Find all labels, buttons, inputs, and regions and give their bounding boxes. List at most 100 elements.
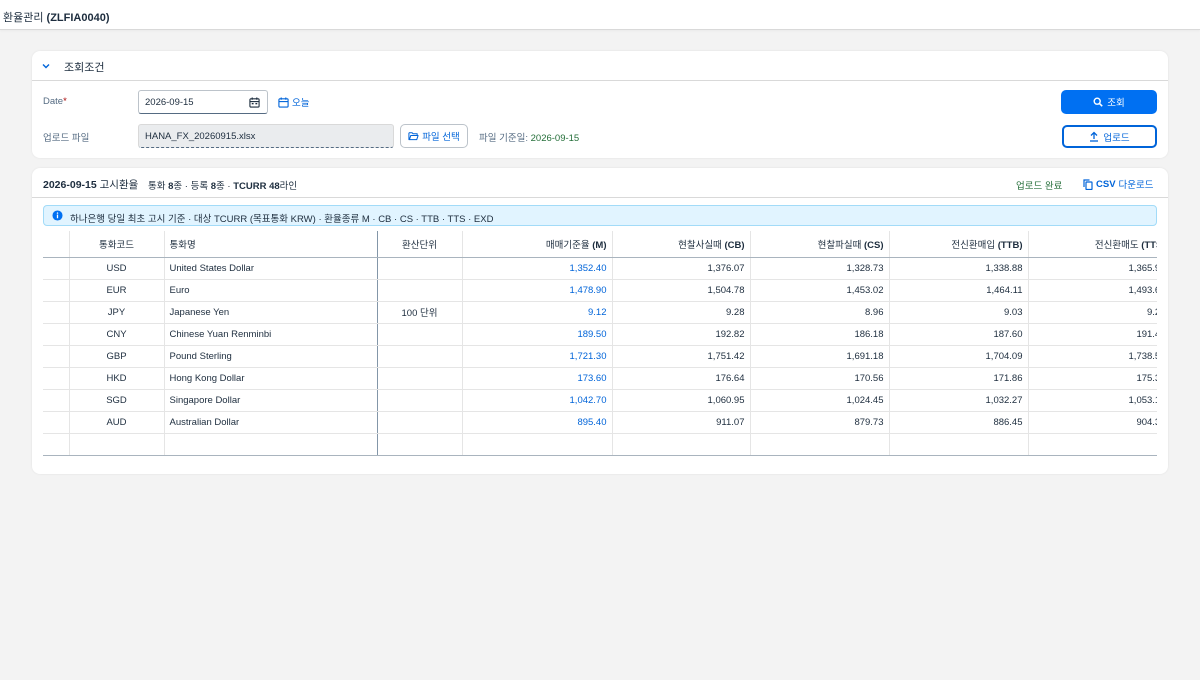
cell-unit bbox=[377, 323, 463, 346]
file-select-label[interactable]: 파일 선택 bbox=[422, 129, 460, 143]
cell-name: Singapore Dollar bbox=[164, 389, 378, 412]
cell-tts-rate: 9.21 bbox=[1028, 301, 1157, 324]
fx-rate-table: 통화코드 통화명 환산단위 매매기준율 (M) 현찰사실때 (CB) 현찰파실때… bbox=[43, 231, 1157, 458]
cell-ttb-rate: 1,704.09 bbox=[889, 345, 1029, 368]
cell-name: United States Dollar bbox=[164, 257, 378, 280]
cell-cs-rate: 1,024.45 bbox=[750, 389, 890, 412]
table-row[interactable]: CNY Chinese Yuan Renminbi 189.50 192.82 186.… bbox=[43, 323, 1157, 346]
filter-header[interactable]: 조회조건 bbox=[32, 51, 1168, 81]
copy-icon bbox=[1083, 178, 1093, 190]
empty-row bbox=[43, 433, 1157, 456]
search-icon bbox=[1093, 97, 1104, 107]
cell-code: GBP bbox=[69, 345, 165, 368]
column-header-cb[interactable]: 현찰사실때 (CB) bbox=[612, 231, 751, 258]
chevron-down-icon[interactable] bbox=[41, 61, 51, 71]
upload-button[interactable]: 업로드 bbox=[1062, 125, 1157, 148]
file-name-value: HANA_FX_20260915.xlsx bbox=[145, 131, 256, 142]
cell-cs-rate: 879.73 bbox=[750, 411, 890, 434]
cell-tts-rate: 1,053.13 bbox=[1028, 389, 1157, 412]
cell-tts-rate: 175.34 bbox=[1028, 367, 1157, 390]
cell-code: HKD bbox=[69, 367, 165, 390]
column-header-m[interactable]: 매매기준율 (M) bbox=[462, 231, 613, 258]
file-date-value: 2026-09-15 bbox=[530, 133, 580, 144]
cell-unit: 100 단위 bbox=[377, 301, 463, 324]
cell-m-rate[interactable]: 9.12 bbox=[462, 301, 613, 324]
row-selector[interactable] bbox=[43, 345, 70, 368]
column-header-code[interactable]: 통화코드 bbox=[69, 231, 165, 258]
row-selector[interactable] bbox=[43, 301, 70, 324]
cell-code: EUR bbox=[69, 279, 165, 302]
shell-bar: 환율관리 (ZLFIA0040) bbox=[0, 0, 1200, 30]
cell-ttb-rate: 171.86 bbox=[889, 367, 1029, 390]
upload-label: 업로드 파일 bbox=[43, 133, 90, 144]
date-picker[interactable]: 2026-09-15 bbox=[138, 90, 268, 114]
row-selector[interactable] bbox=[43, 279, 70, 302]
table-row[interactable]: USD United States Dollar 1,352.40 1,376.07 1… bbox=[43, 257, 1157, 280]
table-header-row: 통화코드 통화명 환산단위 매매기준율 (M) 현찰사실때 (CB) 현찰파실때… bbox=[43, 231, 1157, 258]
search-button[interactable]: 조회 bbox=[1061, 90, 1157, 114]
cell-unit bbox=[377, 411, 463, 434]
row-selector[interactable] bbox=[43, 323, 70, 346]
cell-ttb-rate: 1,338.88 bbox=[889, 257, 1029, 280]
cell-name: Japanese Yen bbox=[164, 301, 378, 324]
upload-button-label[interactable]: 업로드 bbox=[1103, 130, 1129, 144]
cell-code: AUD bbox=[69, 411, 165, 434]
file-select-button[interactable]: 파일 선택 bbox=[400, 124, 468, 148]
row-selector[interactable] bbox=[43, 367, 70, 390]
cell-m-rate[interactable]: 1,352.40 bbox=[462, 257, 613, 280]
date-value[interactable]: 2026-09-15 bbox=[145, 97, 194, 108]
cell-name: Hong Kong Dollar bbox=[164, 367, 378, 390]
column-header-cs[interactable]: 현찰파실때 (CS) bbox=[750, 231, 890, 258]
cell-name: Pound Sterling bbox=[164, 345, 378, 368]
column-header-ttb[interactable]: 전신환매입 (TTB) bbox=[889, 231, 1029, 258]
cell-tts-rate: 191.40 bbox=[1028, 323, 1157, 346]
file-base-date: 파일 기준일: 2026-09-15 bbox=[479, 133, 580, 144]
cell-code: SGD bbox=[69, 389, 165, 412]
cell-unit bbox=[377, 345, 463, 368]
table-row[interactable]: GBP Pound Sterling 1,721.30 1,751.42 1,691.1… bbox=[43, 345, 1157, 368]
folder-open-icon bbox=[408, 132, 419, 141]
cell-m-rate[interactable]: 173.60 bbox=[462, 367, 613, 390]
search-button-label[interactable]: 조회 bbox=[1107, 95, 1124, 109]
column-header-tts[interactable]: 전신환매도 (TTS) bbox=[1028, 231, 1157, 258]
cell-cs-rate: 1,328.73 bbox=[750, 257, 890, 280]
cell-cs-rate: 1,453.02 bbox=[750, 279, 890, 302]
today-link[interactable]: 오늘 bbox=[278, 95, 309, 109]
column-header-name[interactable]: 통화명 bbox=[164, 231, 378, 258]
file-name-field[interactable]: HANA_FX_20260915.xlsx bbox=[138, 124, 394, 148]
row-selector[interactable] bbox=[43, 389, 70, 412]
cell-name: Euro bbox=[164, 279, 378, 302]
select-column-header[interactable] bbox=[43, 231, 70, 258]
table-row[interactable]: JPYJapanese Yen100 단위9.129.288.969.039.2… bbox=[43, 301, 1157, 324]
cell-cb-rate: 176.64 bbox=[612, 367, 751, 390]
cell-unit bbox=[377, 279, 463, 302]
cell-tts-rate: 904.35 bbox=[1028, 411, 1157, 434]
cell-cs-rate: 170.56 bbox=[750, 367, 890, 390]
row-selector[interactable] bbox=[43, 411, 70, 434]
calendar-icon[interactable] bbox=[249, 97, 260, 108]
cell-cs-rate: 186.18 bbox=[750, 323, 890, 346]
csv-download-link[interactable]: CSV 다운로드 bbox=[1083, 177, 1154, 191]
cell-ttb-rate: 187.60 bbox=[889, 323, 1029, 346]
column-header-unit[interactable]: 환산단위 bbox=[377, 231, 463, 258]
info-text: 하나은행 당일 최초 고시 기준 · 대상 TCURR (목표통화 KRW) ·… bbox=[70, 214, 494, 225]
cell-cb-rate: 9.28 bbox=[612, 301, 751, 324]
cell-name: Chinese Yuan Renminbi bbox=[164, 323, 378, 346]
cell-m-rate[interactable]: 1,721.30 bbox=[462, 345, 613, 368]
row-selector[interactable] bbox=[43, 257, 70, 280]
table-row[interactable]: AUD Australian Dollar 895.40 911.07 879.73 88… bbox=[43, 411, 1157, 434]
cell-cb-rate: 911.07 bbox=[612, 411, 751, 434]
cell-code: USD bbox=[69, 257, 165, 280]
table-row[interactable]: SGD Singapore Dollar 1,042.70 1,060.95 1,024… bbox=[43, 389, 1157, 412]
today-link-label[interactable]: 오늘 bbox=[292, 95, 309, 109]
cell-m-rate[interactable]: 895.40 bbox=[462, 411, 613, 434]
cell-m-rate[interactable]: 1,042.70 bbox=[462, 389, 613, 412]
cell-cb-rate: 1,376.07 bbox=[612, 257, 751, 280]
table-row[interactable]: EUR Euro 1,478.90 1,504.78 1,453.02 1,464.11 1… bbox=[43, 279, 1157, 302]
cell-tts-rate: 1,365.92 bbox=[1028, 257, 1157, 280]
cell-m-rate[interactable]: 189.50 bbox=[462, 323, 613, 346]
cell-code: CNY bbox=[69, 323, 165, 346]
cell-m-rate[interactable]: 1,478.90 bbox=[462, 279, 613, 302]
calendar-icon bbox=[278, 96, 289, 108]
table-row[interactable]: HKD Hong Kong Dollar 173.60 176.64 170.56 171… bbox=[43, 367, 1157, 390]
